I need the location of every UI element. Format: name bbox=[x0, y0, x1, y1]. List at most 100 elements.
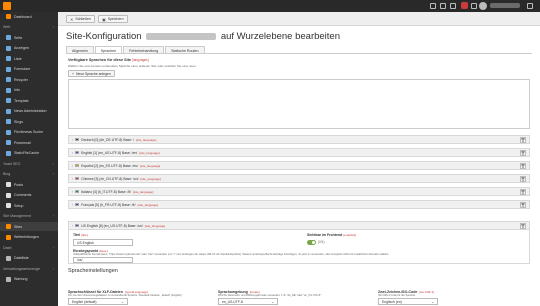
list-icon bbox=[6, 56, 11, 61]
help-icon[interactable] bbox=[450, 3, 456, 9]
language-row-label: Italiano [4] (it_IT.UTF-8) Base: /it/ bbox=[81, 189, 131, 194]
sidebar-item-template[interactable]: Template bbox=[0, 96, 58, 105]
module-menu: Dashboard Web › Seite Anzeigen Liste Formulare… bbox=[0, 12, 58, 306]
title-input[interactable]: US English bbox=[73, 239, 133, 246]
sidebar-item-sites[interactable]: Sites bbox=[0, 222, 58, 231]
language-row[interactable]: › US English [6] (en_US.UTF-8) Base: /us/… bbox=[68, 221, 530, 230]
sidebar-group-verwaltungswerkzeuge[interactable]: Verwaltungswerkzeuge › bbox=[0, 264, 58, 273]
view-icon bbox=[6, 45, 11, 51]
slug-icon bbox=[6, 119, 11, 124]
close-button[interactable]: ✕ Schließen bbox=[66, 15, 95, 23]
sidebar-item-info[interactable]: Info bbox=[0, 86, 58, 95]
sidebar-item-anzeigen[interactable]: Anzeigen bbox=[0, 44, 58, 53]
language-row-label: Chinese [3] (zh_CN.UTF-8) Base: /cn/ bbox=[81, 176, 139, 181]
mail-icon bbox=[6, 140, 11, 145]
chevron-down-icon: › bbox=[52, 266, 54, 271]
avatar[interactable] bbox=[479, 2, 487, 10]
sidebar-item-weiterleitungen[interactable]: Weiterleitungen bbox=[0, 233, 58, 242]
doc-header: ✕ Schließen ▣ Speichern bbox=[58, 12, 540, 26]
sidebar-group-datei[interactable]: Datei › bbox=[0, 243, 58, 252]
settings-field-description: Wird für Datumsfor. und Währungsformate … bbox=[218, 294, 322, 297]
flag-icon bbox=[75, 177, 80, 180]
flag-icon bbox=[75, 138, 80, 141]
system-info-badge-icon[interactable] bbox=[461, 2, 468, 9]
settings-field-select[interactable]: Englisch (en) ⌄ bbox=[378, 298, 438, 305]
chevron-right-icon[interactable]: › bbox=[72, 164, 73, 168]
trash-icon[interactable]: 🗑 bbox=[520, 137, 526, 143]
sidebar-group-yoast-seo[interactable]: Yoast SEO › bbox=[0, 159, 58, 168]
chevron-right-icon[interactable]: › bbox=[72, 203, 73, 207]
sidebar-item-news-administration[interactable]: News Administration bbox=[0, 107, 58, 116]
trash-icon[interactable]: 🗑 bbox=[520, 176, 526, 182]
trash-icon[interactable]: 🗑 bbox=[520, 202, 526, 208]
chevron-right-icon[interactable]: › bbox=[72, 138, 73, 142]
sidebar-group-web[interactable]: Web › bbox=[0, 23, 58, 32]
sidebar-item-liste[interactable]: Liste bbox=[0, 54, 58, 63]
recycler-icon bbox=[6, 77, 11, 82]
sidebar-item-dashboard[interactable]: Dashboard bbox=[0, 12, 58, 21]
language-row[interactable]: › Deutsch [0] (de_DE.UTF-8) Base: / [site_… bbox=[68, 135, 530, 144]
base-input[interactable]: /us/ bbox=[73, 257, 133, 263]
sidebar-item-staticfilecache[interactable]: StaticFileCache bbox=[0, 149, 58, 158]
trash-icon[interactable]: 🗑 bbox=[520, 163, 526, 169]
sidebar-item-flexibnews-suche[interactable]: Flexibnews Suche bbox=[0, 128, 58, 137]
news-icon bbox=[6, 108, 11, 114]
settings-field-select[interactable]: English (default) ⌄ bbox=[68, 298, 128, 305]
settings-field-select[interactable]: en_US.UTF-8 ⌄ bbox=[218, 298, 278, 305]
chevron-right-icon[interactable]: › bbox=[72, 190, 73, 194]
chevron-down-icon: ⌄ bbox=[431, 299, 434, 304]
comments-icon bbox=[6, 192, 11, 198]
add-language-button[interactable]: + Neue Sprache anlegen bbox=[68, 70, 115, 77]
notifications-icon[interactable] bbox=[471, 3, 477, 9]
language-row[interactable]: › Français [5] (fr_FR.UTF-8) Base: /fr/[s… bbox=[68, 200, 530, 209]
chevron-right-icon[interactable]: › bbox=[72, 224, 73, 228]
chevron-right-icon[interactable]: › bbox=[72, 151, 73, 155]
main-content: ✕ Schließen ▣ Speichern Site-Konfiguration… bbox=[58, 12, 540, 306]
sidebar-item-powermail[interactable]: Powermail bbox=[0, 138, 58, 147]
sidebar-item-wartung[interactable]: Wartung bbox=[0, 275, 58, 284]
bookmark-icon[interactable] bbox=[430, 3, 436, 9]
sidebar-item-slugs[interactable]: Slugs bbox=[0, 117, 58, 126]
dashboard-icon bbox=[6, 14, 11, 19]
sidebar-item-comments[interactable]: Comments bbox=[0, 191, 58, 200]
trash-icon[interactable]: 🗑 bbox=[520, 150, 526, 156]
sidebar-item-recycler[interactable]: Recycler bbox=[0, 75, 58, 84]
language-row-key: [site_language] bbox=[135, 137, 157, 142]
language-row-label: Deutsch [0] (de_DE.UTF-8) Base: / bbox=[81, 137, 134, 142]
typo3-logo-icon[interactable] bbox=[3, 2, 11, 10]
sidebar-item-seite[interactable]: Seite bbox=[0, 33, 58, 42]
language-row[interactable]: › Italiano [4] (it_IT.UTF-8) Base: /it/[s… bbox=[68, 187, 530, 196]
search-icon[interactable] bbox=[527, 3, 533, 9]
page-icon bbox=[6, 35, 11, 40]
clear-cache-icon[interactable] bbox=[440, 3, 446, 9]
sidebar-item-posts[interactable]: Posts bbox=[0, 180, 58, 189]
flag-icon bbox=[75, 151, 80, 154]
cache-icon bbox=[6, 150, 11, 156]
language-row[interactable]: › Español [2] (es_ES.UTF-8) Base: /es/[si… bbox=[68, 161, 530, 170]
filelist-icon bbox=[6, 255, 11, 261]
sidebar-group-site-management[interactable]: Site Management › bbox=[0, 212, 58, 221]
top-bar bbox=[0, 0, 540, 12]
sidebar-item-formulare[interactable]: Formulare bbox=[0, 65, 58, 74]
username[interactable] bbox=[490, 3, 520, 8]
title-label: Titel [title] bbox=[73, 233, 88, 237]
sidebar-group-blog[interactable]: Blog › bbox=[0, 170, 58, 179]
language-row-label: Español [2] (es_ES.UTF-8) Base: /es/ bbox=[81, 163, 138, 168]
flag-icon bbox=[75, 190, 80, 193]
language-row-key: [site_language] bbox=[144, 223, 166, 228]
sidebar-item-setup[interactable]: Setup bbox=[0, 201, 58, 210]
chevron-right-icon[interactable]: › bbox=[72, 177, 73, 181]
language-settings: Spracheinstellungen Sprachschlüssel für … bbox=[68, 268, 530, 306]
languages-section-description: Wählen Sie eine bereits vorhandene Sprac… bbox=[68, 64, 197, 68]
language-row[interactable]: › Chinese [3] (zh_CN.UTF-8) Base: /cn/[si… bbox=[68, 174, 530, 183]
visible-toggle[interactable] bbox=[307, 240, 316, 245]
save-button[interactable]: ▣ Speichern bbox=[98, 15, 128, 23]
settings-field-description: ISO 639-1 Code für die Sprache. bbox=[378, 294, 416, 297]
trash-icon[interactable]: 🗑 bbox=[520, 223, 526, 229]
trash-icon[interactable]: 🗑 bbox=[520, 189, 526, 195]
flag-icon bbox=[75, 203, 80, 206]
language-row[interactable]: › English [1] (en_US.UTF-8) Base: /en/[si… bbox=[68, 148, 530, 157]
sidebar-item-dateiliste[interactable]: Dateiliste bbox=[0, 254, 58, 263]
language-row-key: [site_language] bbox=[139, 150, 160, 155]
language-selector-box[interactable] bbox=[68, 79, 530, 129]
